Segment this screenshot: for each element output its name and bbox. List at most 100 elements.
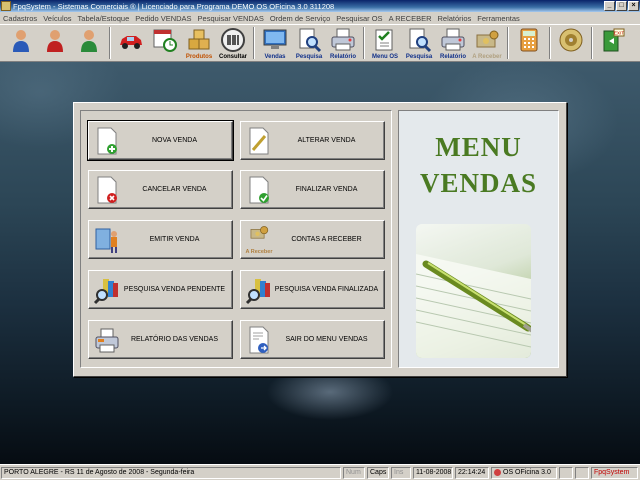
toolbar-pesquisa-os-button[interactable]: Pesquisa — [402, 25, 436, 61]
status-network-icon — [575, 467, 589, 479]
monitor-icon — [263, 29, 287, 49]
maximize-button[interactable]: □ — [616, 1, 627, 11]
printer-icon — [441, 28, 465, 51]
exit-document-icon — [249, 326, 269, 353]
menu-pesquisar-vendas[interactable]: Pesquisar VENDAS — [198, 14, 264, 23]
contas-a-receber-button[interactable]: A Receber CONTAS A RECEBER — [240, 220, 385, 259]
minimize-button[interactable]: _ — [604, 1, 615, 11]
search-document-icon — [299, 28, 322, 53]
sair-do-menu-vendas-button[interactable]: SAIR DO MENU VENDAS — [240, 320, 385, 359]
vendas-label: Vendas — [264, 54, 286, 60]
emitir-venda-button[interactable]: EMITIR VENDA — [88, 220, 233, 259]
exit-door-icon: EXIT — [603, 28, 625, 52]
checklist-icon — [375, 29, 393, 51]
menu-tabela-estoque[interactable]: Tabela/Estoque — [78, 14, 130, 23]
pesquisa-os-label: Pesquisa — [405, 54, 433, 60]
alterar-venda-button[interactable]: ALTERAR VENDA — [240, 121, 385, 160]
menu-os-label: Menu OS — [371, 54, 398, 60]
toolbar-separator — [549, 27, 551, 59]
status-time: 22:14:24 — [455, 467, 489, 479]
emitir-venda-label: EMITIR VENDA — [149, 236, 200, 243]
toolbar-veiculos-button[interactable] — [114, 25, 148, 61]
toolbar: Produtos Consultar Vendas Pesquisa Relat… — [0, 24, 640, 62]
pesquisa-venda-finalizada-button[interactable]: PESQUISA VENDA FINALIZADA — [240, 270, 385, 309]
a-receber-label: A Receber — [472, 54, 502, 60]
toolbar-backup-button[interactable] — [554, 25, 588, 61]
toolbar-vendas-button[interactable]: Vendas — [258, 25, 292, 61]
toolbar-relatorio-os-button[interactable]: Relatório — [436, 25, 470, 61]
toolbar-produtos-button[interactable]: Produtos — [182, 25, 216, 61]
toolbar-separator — [591, 27, 593, 59]
produtos-label: Produtos — [185, 54, 213, 60]
toolbar-agenda-button[interactable] — [148, 25, 182, 61]
user-red-icon — [47, 30, 63, 52]
user-green-icon — [81, 30, 97, 52]
status-product: OS OFicina 3.0 — [491, 467, 557, 479]
status-ins: Ins — [391, 467, 411, 479]
nova-venda-button[interactable]: NOVA VENDA — [87, 120, 234, 161]
toolbar-separator — [507, 27, 509, 59]
menu-ordem-servico[interactable]: Ordem de Serviço — [270, 14, 330, 23]
menu-relatorios[interactable]: Relatórios — [438, 14, 472, 23]
title-bar: FpqSystem - Sistemas Comerciais ® | Lice… — [0, 0, 640, 12]
toolbar-calculadora-button[interactable] — [512, 25, 546, 61]
search-document-icon — [409, 28, 432, 53]
search-files-icon — [93, 278, 118, 304]
alterar-venda-label: ALTERAR VENDA — [297, 137, 356, 144]
toolbar-consultar-button[interactable]: Consultar — [216, 25, 250, 61]
car-icon — [120, 36, 142, 49]
relatorio-os-label: Relatório — [439, 54, 466, 60]
status-product-label: OS OFicina 3.0 — [503, 469, 551, 476]
exit-badge-text: EXIT — [614, 31, 624, 36]
toolbar-a-receber-button[interactable]: A Receber — [470, 25, 504, 61]
cancelar-venda-label: CANCELAR VENDA — [142, 186, 207, 193]
menu-title-line-1: MENU — [435, 132, 522, 162]
toolbar-exit-button[interactable]: EXIT — [596, 25, 630, 61]
window-title: FpqSystem - Sistemas Comerciais ® | Lice… — [13, 1, 335, 11]
consultar-label: Consultar — [218, 54, 247, 60]
product-icon — [494, 468, 501, 476]
calendar-clock-icon — [153, 29, 177, 52]
menu-pesquisar-os[interactable]: Pesquisar OS — [336, 14, 382, 23]
calculator-icon — [520, 28, 538, 52]
menu-bar: Cadastros Veículos Tabela/Estoque Pedido… — [0, 12, 640, 24]
finalizar-venda-button[interactable]: FINALIZAR VENDA — [240, 170, 385, 209]
status-keyboard-icon — [559, 467, 573, 479]
cancelar-venda-button[interactable]: CANCELAR VENDA — [88, 170, 233, 209]
nova-venda-label: NOVA VENDA — [152, 137, 197, 144]
a-receber-icon-caption: A Receber — [245, 248, 273, 255]
pesquisa-venda-pendente-button[interactable]: PESQUISA VENDA PENDENTE — [88, 270, 233, 309]
toolbar-funcionarios-button[interactable] — [72, 25, 106, 61]
search-files-icon — [245, 278, 270, 304]
pen-on-paper-image — [416, 224, 531, 358]
relatorio-label: Relatório — [329, 54, 356, 60]
toolbar-relatorio-vendas-button[interactable]: Relatório — [326, 25, 360, 61]
toolbar-separator — [363, 27, 365, 59]
boxes-icon — [188, 29, 210, 50]
pesquisa-label: Pesquisa — [295, 54, 323, 60]
contas-a-receber-label: CONTAS A RECEBER — [291, 236, 362, 243]
money-icon — [476, 30, 499, 48]
relatorio-das-vendas-button[interactable]: RELATÓRIO DAS VENDAS — [88, 320, 233, 359]
toolbar-menu-os-button[interactable]: Menu OS — [368, 25, 402, 61]
disc-icon — [559, 28, 583, 52]
menu-pedido-vendas[interactable]: Pedido VENDAS — [135, 14, 191, 23]
status-date: 11-08-2008 — [413, 467, 453, 479]
menu-a-receber[interactable]: A RECEBER — [389, 14, 432, 23]
relatorio-das-vendas-label: RELATÓRIO DAS VENDAS — [130, 336, 218, 343]
menu-cadastros[interactable]: Cadastros — [3, 14, 37, 23]
sair-do-menu-vendas-label: SAIR DO MENU VENDAS — [285, 336, 368, 343]
menu-ferramentas[interactable]: Ferramentas — [477, 14, 520, 23]
toolbar-fornecedores-button[interactable] — [38, 25, 72, 61]
status-location-date: PORTO ALEGRE - RS 11 de Agosto de 2008 -… — [1, 467, 341, 479]
app-icon — [1, 1, 11, 11]
close-button[interactable]: × — [628, 1, 639, 11]
status-num: Num — [343, 467, 365, 479]
toolbar-pesquisa-vendas-button[interactable]: Pesquisa — [292, 25, 326, 61]
pesquisa-venda-pendente-label: PESQUISA VENDA PENDENTE — [123, 286, 226, 293]
user-blue-icon — [13, 30, 29, 52]
menu-veiculos[interactable]: Veículos — [43, 14, 71, 23]
check-document-icon — [249, 176, 269, 203]
toolbar-clientes-button[interactable] — [4, 25, 38, 61]
toolbar-separator — [253, 27, 255, 59]
